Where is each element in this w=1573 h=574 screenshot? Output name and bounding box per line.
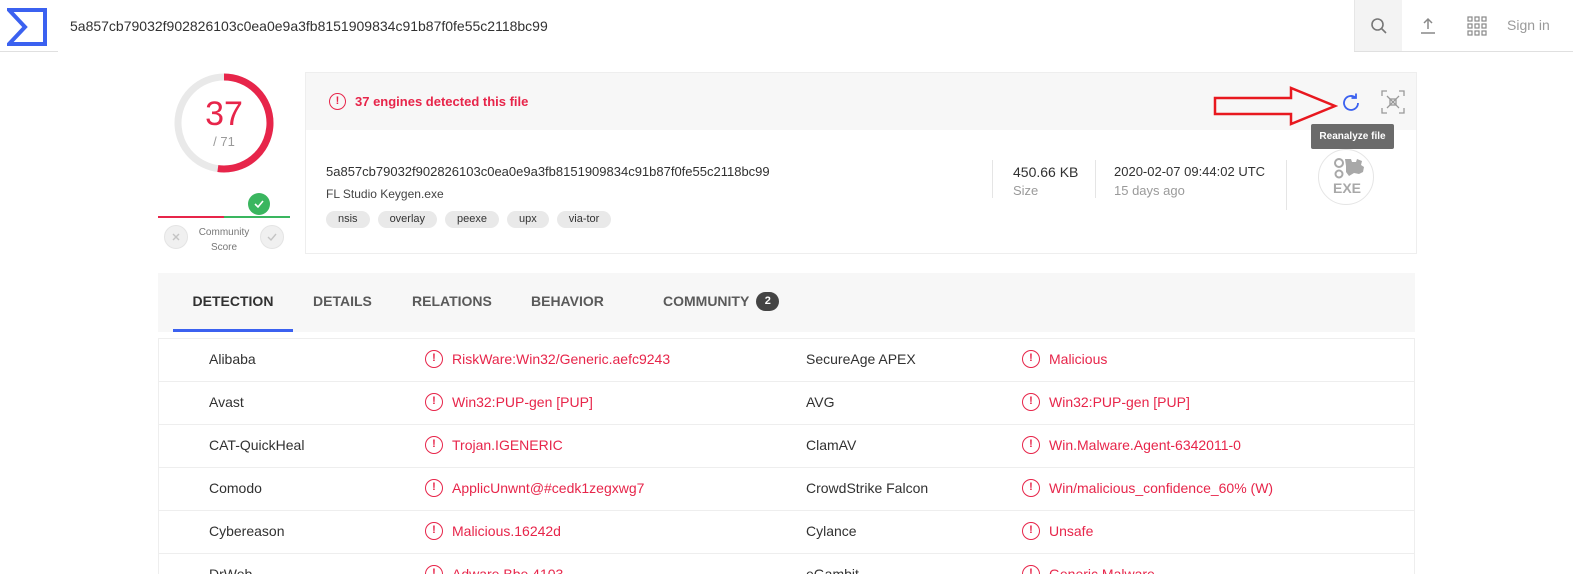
detection-result: Win/malicious_confidence_60% (W) bbox=[1049, 480, 1274, 496]
detection-score-gauge: 37 / 71 bbox=[172, 71, 276, 175]
engine-name: DrWeb bbox=[209, 566, 253, 574]
alert-icon: ! bbox=[425, 393, 443, 411]
engine-name: CrowdStrike Falcon bbox=[806, 480, 929, 496]
table-row: Alibaba ! RiskWare:Win32/Generic.aefc924… bbox=[159, 338, 1414, 381]
alert-icon: ! bbox=[1022, 436, 1040, 454]
tab-community[interactable]: COMMUNITY 2 bbox=[663, 273, 780, 332]
file-size-value: 450.66 KB bbox=[1013, 164, 1079, 180]
tab-detection[interactable]: DETECTION bbox=[173, 273, 293, 332]
analysis-date: 2020-02-07 09:44:02 UTC bbox=[1114, 164, 1266, 179]
total-engines: / 71 bbox=[213, 134, 235, 149]
vote-harmful-button[interactable] bbox=[164, 225, 188, 249]
detection-banner: ! 37 engines detected this file Reanalyz… bbox=[306, 73, 1416, 149]
virustotal-logo-icon[interactable] bbox=[7, 8, 47, 46]
tab-relations[interactable]: RELATIONS bbox=[412, 273, 492, 332]
community-count-badge: 2 bbox=[756, 292, 780, 311]
divider bbox=[1286, 160, 1287, 210]
alert-icon: ! bbox=[1022, 393, 1040, 411]
tab-details[interactable]: DETAILS bbox=[313, 273, 372, 332]
community-bar-negative bbox=[158, 216, 224, 218]
reanalyze-icon[interactable] bbox=[1339, 91, 1363, 115]
alert-icon: ! bbox=[425, 436, 443, 454]
divider bbox=[992, 160, 993, 198]
detection-result: Generic.Malware bbox=[1049, 566, 1155, 574]
search-icon bbox=[1370, 17, 1387, 34]
report-tabs: DETECTION DETAILS RELATIONS BEHAVIOR COM… bbox=[158, 273, 1415, 332]
file-size-label: Size bbox=[1013, 183, 1039, 198]
table-row: DrWeb ! Adware.Bbe.4103 eGambit ! Generi… bbox=[159, 553, 1414, 574]
engine-name: eGambit bbox=[806, 566, 859, 574]
engine-name: Avast bbox=[209, 394, 244, 410]
engine-name: CAT-QuickHeal bbox=[209, 437, 305, 453]
community-marker-icon bbox=[248, 193, 270, 215]
detection-result: Adware.Bbe.4103 bbox=[452, 566, 564, 574]
detection-result: Win32:PUP-gen [PUP] bbox=[1049, 394, 1190, 410]
tag[interactable]: overlay bbox=[377, 211, 438, 228]
engine-name: ClamAV bbox=[806, 437, 857, 453]
tab-behavior[interactable]: BEHAVIOR bbox=[531, 273, 604, 332]
detections-table: Alibaba ! RiskWare:Win32/Generic.aefc924… bbox=[158, 338, 1415, 574]
grid-icon bbox=[1467, 15, 1487, 36]
reanalyze-tooltip: Reanalyze file bbox=[1311, 124, 1394, 149]
table-row: CAT-QuickHeal ! Trojan.IGENERIC ClamAV !… bbox=[159, 424, 1414, 467]
close-icon bbox=[172, 233, 180, 241]
detection-result: Malicious.16242d bbox=[452, 523, 561, 539]
community-score-label: Community Score bbox=[198, 227, 250, 253]
detection-result: ApplicUnwnt@#cedk1zegxwg7 bbox=[452, 480, 645, 496]
apps-menu-button[interactable] bbox=[1455, 0, 1499, 51]
search-button[interactable] bbox=[1354, 0, 1402, 51]
engine-name: Cylance bbox=[806, 523, 857, 539]
detection-result: Trojan.IGENERIC bbox=[452, 437, 563, 453]
tag[interactable]: via-tor bbox=[556, 211, 612, 228]
alert-icon: ! bbox=[329, 93, 346, 110]
engine-name: AVG bbox=[806, 394, 835, 410]
engine-name: Alibaba bbox=[209, 351, 256, 367]
detection-summary-text: 37 engines detected this file bbox=[355, 94, 529, 109]
file-type-label: EXE bbox=[1333, 180, 1361, 196]
detection-result: Win32:PUP-gen [PUP] bbox=[452, 394, 593, 410]
detection-result: Unsafe bbox=[1049, 523, 1094, 539]
file-name: FL Studio Keygen.exe bbox=[326, 187, 444, 201]
check-icon bbox=[267, 233, 277, 242]
engine-name: Cybereason bbox=[209, 523, 285, 539]
alert-icon: ! bbox=[1022, 350, 1040, 368]
divider bbox=[1095, 160, 1096, 198]
search-input[interactable] bbox=[58, 0, 1354, 52]
file-tags: nsis overlay peexe upx via-tor bbox=[326, 211, 612, 228]
analysis-relative-date: 15 days ago bbox=[1114, 183, 1185, 198]
alert-icon: ! bbox=[425, 350, 443, 368]
detection-result: Win.Malware.Agent-6342011-0 bbox=[1049, 437, 1241, 453]
sign-in-link[interactable]: Sign in bbox=[1507, 17, 1550, 33]
file-type-icon: EXE bbox=[1318, 149, 1374, 205]
expand-icon[interactable] bbox=[1381, 90, 1405, 114]
upload-icon bbox=[1421, 17, 1435, 34]
tag[interactable]: nsis bbox=[326, 211, 370, 228]
upload-button[interactable] bbox=[1406, 0, 1450, 51]
file-summary-card: ! 37 engines detected this file Reanalyz… bbox=[305, 72, 1417, 254]
alert-icon: ! bbox=[425, 479, 443, 497]
vote-harmless-button[interactable] bbox=[260, 225, 284, 249]
engine-name: SecureAge APEX bbox=[806, 351, 916, 367]
alert-icon: ! bbox=[425, 522, 443, 540]
community-bar-positive bbox=[224, 216, 290, 218]
table-row: Cybereason ! Malicious.16242d Cylance ! … bbox=[159, 510, 1414, 553]
detection-result: Malicious bbox=[1049, 351, 1108, 367]
file-hash[interactable]: 5a857cb79032f902826103c0ea0e9a3fb8151909… bbox=[326, 164, 770, 179]
alert-icon: ! bbox=[1022, 479, 1040, 497]
table-row: Comodo ! ApplicUnwnt@#cedk1zegxwg7 Crowd… bbox=[159, 467, 1414, 510]
engine-name: Comodo bbox=[209, 480, 262, 496]
red-arrow-annotation bbox=[1213, 86, 1338, 126]
tag[interactable]: peexe bbox=[445, 211, 500, 228]
tab-community-label: COMMUNITY bbox=[663, 293, 750, 309]
tag[interactable]: upx bbox=[507, 211, 549, 228]
top-bar: Sign in bbox=[0, 0, 1573, 52]
detection-result: RiskWare:Win32/Generic.aefc9243 bbox=[452, 351, 671, 367]
table-row: Avast ! Win32:PUP-gen [PUP] AVG ! Win32:… bbox=[159, 381, 1414, 424]
alert-icon: ! bbox=[1022, 522, 1040, 540]
alert-icon: ! bbox=[425, 565, 443, 574]
detected-count: 37 bbox=[205, 95, 243, 133]
alert-icon: ! bbox=[1022, 565, 1040, 574]
